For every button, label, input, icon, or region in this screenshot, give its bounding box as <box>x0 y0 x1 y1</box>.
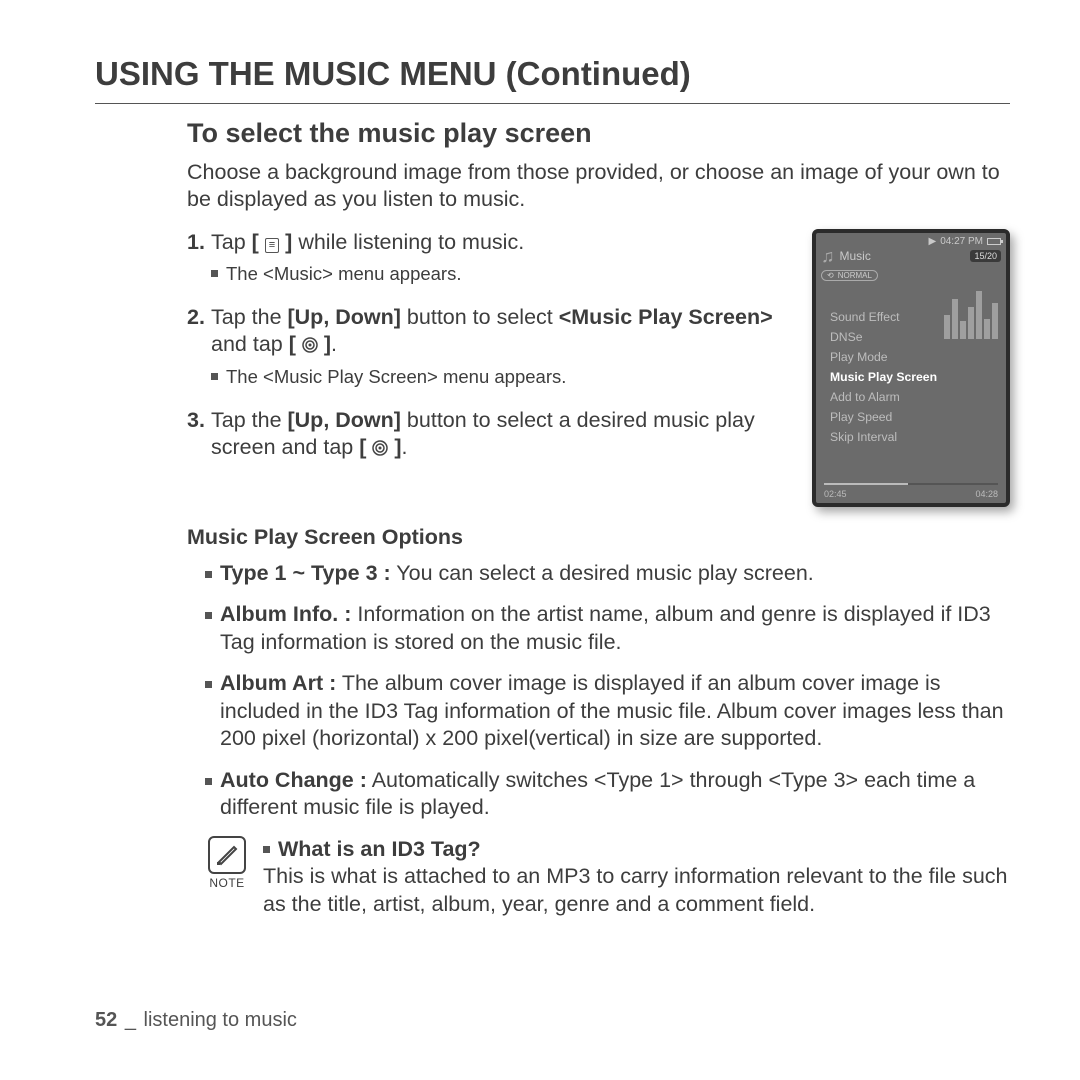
repeat-icon: ⟲ <box>827 271 834 280</box>
device-time: 04:27 PM <box>940 236 983 247</box>
note-label: NOTE <box>209 876 244 891</box>
select-icon <box>372 440 388 456</box>
intro-text: Choose a background image from those pro… <box>187 159 1010 213</box>
section-heading: To select the music play screen <box>187 118 1010 149</box>
step-1: 1. Tap [ ≡ ] while listening to music. <box>187 229 788 257</box>
device-app-title: Music <box>840 249 966 263</box>
battery-icon <box>987 238 1001 245</box>
device-menu-item: Music Play Screen <box>830 367 996 387</box>
device-clock-icon: ▶ <box>928 236 936 247</box>
device-menu-item: Play Mode <box>830 347 996 367</box>
device-menu-item: Skip Interval <box>830 427 996 447</box>
page-number: 52 <box>95 1009 117 1031</box>
note-icon <box>208 836 246 874</box>
note-body: This is what is attached to an MP3 to ca… <box>263 863 1010 918</box>
step-1-sub: The <Music> menu appears. <box>211 262 788 286</box>
options-heading: Music Play Screen Options <box>187 525 1010 550</box>
device-screenshot: ▶ 04:27 PM ♫ Music 15/20 ⟲ NORMAL Sound … <box>812 229 1010 507</box>
play-mode-badge: ⟲ NORMAL <box>821 270 878 281</box>
option-album-art: Album Art : The album cover image is dis… <box>205 670 1010 753</box>
step-1-post: while listening to music. <box>292 230 524 254</box>
option-auto-change: Auto Change : Automatically switches <Ty… <box>205 767 1010 822</box>
page-title: USING THE MUSIC MENU (Continued) <box>95 55 1010 93</box>
option-album-info: Album Info. : Information on the artist … <box>205 601 1010 656</box>
step-3: 3. Tap the [Up, Down] button to select a… <box>187 407 788 462</box>
menu-icon: ≡ <box>265 238 279 253</box>
time-total: 04:28 <box>975 489 998 499</box>
equalizer-icon <box>944 291 998 339</box>
option-type: Type 1 ~ Type 3 : You can select a desir… <box>205 560 1010 588</box>
step-2: 2. Tap the [Up, Down] button to select <… <box>187 304 788 359</box>
note-heading: What is an ID3 Tag? <box>278 836 481 864</box>
step-2-sub: The <Music Play Screen> menu appears. <box>211 365 788 389</box>
steps-list: 1. Tap [ ≡ ] while listening to music. T… <box>187 229 788 507</box>
section-name: listening to music <box>144 1009 297 1031</box>
time-elapsed: 02:45 <box>824 489 847 499</box>
progress-bar <box>824 483 998 485</box>
page-footer: 52 _ listening to music <box>95 1009 297 1032</box>
device-menu-item: Play Speed <box>830 407 996 427</box>
step-1-pre: Tap <box>211 230 252 254</box>
select-icon <box>302 337 318 353</box>
note-block: NOTE What is an ID3 Tag? This is what is… <box>205 836 1010 919</box>
divider <box>95 103 1010 104</box>
track-count: 15/20 <box>970 250 1001 262</box>
music-note-icon: ♫ <box>821 247 835 265</box>
device-menu-item: Add to Alarm <box>830 387 996 407</box>
